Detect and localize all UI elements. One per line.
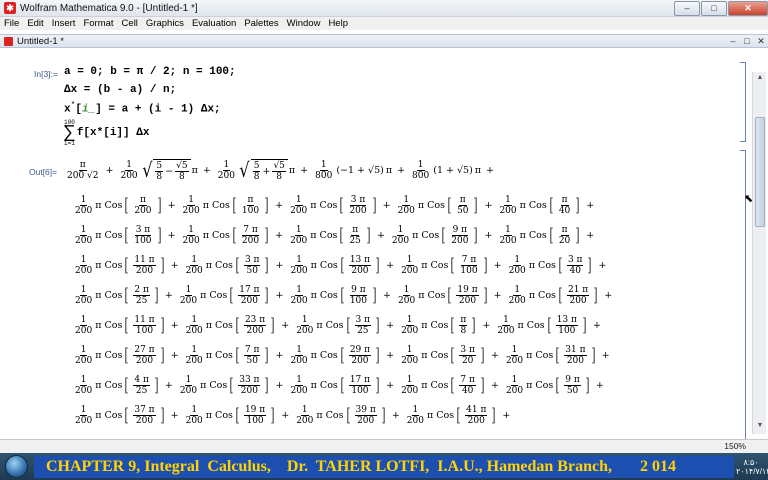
plus-sign: + (105, 164, 114, 176)
cos-term: 1 200 π Cos[7 π 200] + (182, 224, 284, 246)
output-row: 1 200 π Cos[4 π 25] + 1 200 π Cos[33 π 200] + 1 200… (72, 372, 608, 398)
cos-term: 1 200 π Cos[7 π 40] + (401, 374, 499, 396)
cos-term: 1 200 π Cos[21 π 200] + (508, 284, 613, 306)
output-row: 1 200 π Cos[37 π 200] + 1 200 π Cos[19 π 100] + 1 2… (72, 402, 514, 428)
menu-format[interactable]: Format (79, 18, 117, 29)
cos-term: 1 200 π Cos[33 π 200] + (179, 374, 284, 396)
cos-term: 1 200 π Cos[3 π 40] + (508, 254, 607, 276)
output-row: 1 200 π Cos[27 π 200] + 1 200 π Cos[7 π 50] + 1 200… (72, 342, 614, 368)
cos-term: 1 200 π Cos[4 π 25] + (75, 374, 173, 396)
cos-term: 1 200 π Cos[13 π 100] + (497, 314, 601, 336)
menu-file[interactable]: File (0, 18, 23, 29)
pattern-i: i_ (82, 103, 96, 116)
scroll-up-icon[interactable]: ▲ (755, 74, 765, 84)
x-symbol: x (64, 103, 71, 116)
input-line-2[interactable]: Δx = (b - a) / n; (64, 84, 176, 96)
close-button[interactable]: ✕ (728, 0, 768, 16)
cos-term: 1 200 π Cos[π 50] + (397, 194, 493, 216)
cos-term: 1 200 π Cos[9 π 50] + (505, 374, 604, 396)
notebook-icon (4, 36, 13, 46)
cos-term: 1 200 π Cos[37 π 200] + (75, 404, 179, 426)
menu-bar: File Edit Insert Format Cell Graphics Ev… (0, 17, 768, 30)
cos-term: 1 200 π Cos[3 π 100] + (75, 224, 176, 246)
line3-rest: ] = a + (i - 1) Δx; (95, 103, 221, 116)
cos-term: 1 200 π Cos[π 200] + (75, 194, 176, 216)
cos-term: 1 200 π Cos[3 π 20] + (401, 344, 499, 366)
sum-body: f[x*[i]] Δx (76, 127, 150, 139)
cos-term: 1 200 π Cos[9 π 100] + (290, 284, 392, 306)
cos-term: 1 200 π Cos[41 π 200] + (406, 404, 511, 426)
cos-term: 1 200 π Cos[3 π 200] + (290, 194, 391, 216)
input-line-1[interactable]: a = 0; b = π / 2; n = 100; (64, 66, 236, 78)
cos-term: 1 200 π Cos[39 π 200] + (296, 404, 400, 426)
vertical-scrollbar[interactable]: ▲ ▼ (752, 72, 766, 434)
output-row: 1 200 π Cos[π 200] + 1 200 π Cos[π 100] + 1 200 π Co… (72, 192, 598, 218)
menu-evaluation[interactable]: Evaluation (188, 18, 240, 29)
document-title-bar: Untitled-1 * – □ ✕ (0, 34, 768, 48)
cos-term: 1 200 π Cos[2 π 25] + (75, 284, 173, 306)
input-line-3[interactable]: x*[i_] = a + (i - 1) Δx; (64, 101, 221, 116)
minimize-button[interactable]: – (674, 0, 700, 16)
menu-palettes[interactable]: Palettes (240, 18, 282, 29)
cos-term: 1 200 π Cos[17 π 200] + (179, 284, 284, 306)
start-button-icon[interactable] (5, 455, 28, 478)
cos-term: 1 200 π Cos[11 π 200] + (75, 254, 179, 276)
scroll-down-icon[interactable]: ▼ (755, 422, 765, 432)
fraction: 1 200 (120, 159, 138, 181)
square-root: √ 58 + √5 8 (238, 158, 288, 182)
cos-term: 1 200 π Cos[17 π 100] + (290, 374, 395, 396)
square-root: √ 58 − √5 8 (141, 158, 191, 182)
cos-term: 1 200 π Cos[9 π 200] + (391, 224, 493, 246)
window-title: Wolfram Mathematica 9.0 - [Untitled-1 *] (20, 2, 198, 14)
maximize-button[interactable]: □ (701, 0, 727, 16)
output-row: 1 200 π Cos[2 π 25] + 1 200 π Cos[17 π 200] + 1 200… (72, 282, 616, 308)
output-label: Out[6]= (29, 167, 58, 177)
menu-graphics[interactable]: Graphics (142, 18, 188, 29)
mathematica-icon: ✱ (4, 2, 16, 14)
input-line-4[interactable]: 100 ∑ i=1 f[x*[i]] Δx (64, 119, 149, 147)
cos-term: 1 200 π Cos[π 25] + (290, 224, 385, 246)
menu-cell[interactable]: Cell (118, 18, 142, 29)
cos-term: 1 200 π Cos[π 8] + (401, 314, 491, 336)
zoom-level[interactable]: 150% (724, 441, 746, 451)
title-bar: ✱ Wolfram Mathematica 9.0 - [Untitled-1 … (0, 0, 768, 17)
sum-symbol: ∑ (64, 123, 75, 143)
cos-term: 1 200 π Cos[7 π 100] + (401, 254, 502, 276)
doc-restore-button[interactable]: □ (740, 36, 754, 47)
doc-minimize-button[interactable]: – (726, 36, 740, 47)
scrollbar-thumb[interactable] (755, 117, 765, 227)
lecture-banner: CHAPTER 9, Integral Calculus, Dr. TAHER … (34, 456, 734, 478)
document-title: Untitled-1 * (17, 35, 64, 47)
cos-term: 1 200 π Cos[3 π 50] + (185, 254, 284, 276)
cos-term: 1 200 π Cos[3 π 25] + (296, 314, 395, 336)
cos-term: 1 200 π Cos[31 π 200] + (505, 344, 610, 366)
input-cell-bracket[interactable] (740, 62, 746, 142)
output-row: 1 200 π Cos[11 π 200] + 1 200 π Cos[3 π 50] + 1 200… (72, 252, 610, 278)
menu-window[interactable]: Window (283, 18, 325, 29)
cos-term: 1 200 π Cos[19 π 200] + (398, 284, 502, 306)
system-clock[interactable]: ۸:۵۰ ۲۰۱۴/۷/۱۲ (736, 458, 768, 476)
doc-close-button[interactable]: ✕ (754, 36, 768, 47)
status-bar: 150% (0, 439, 768, 453)
cos-term: 1 200 π Cos[11 π 100] + (75, 314, 179, 336)
cos-term: 1 200 π Cos[27 π 200] + (75, 344, 179, 366)
menu-help[interactable]: Help (324, 18, 352, 29)
cos-term: 1 200 π Cos[π 100] + (182, 194, 284, 216)
menu-insert[interactable]: Insert (48, 18, 80, 29)
menu-edit[interactable]: Edit (23, 18, 47, 29)
cos-term: 1 200 π Cos[19 π 100] + (185, 404, 290, 426)
output-row: 1 200 π Cos[3 π 100] + 1 200 π Cos[7 π 200] + 1 200… (72, 222, 598, 248)
input-label: In[3]:= (34, 69, 58, 79)
cos-term: 1 200 π Cos[π 40] + (499, 194, 595, 216)
cos-term: 1 200 π Cos[7 π 50] + (185, 344, 284, 366)
cos-term: 1 200 π Cos[23 π 200] + (185, 314, 290, 336)
cos-term: 1 200 π Cos[29 π 200] + (290, 344, 395, 366)
output-first-line: π 200 √2 + 1 200 √ 58 − √5 8 π + 1 200 √ 58 … (67, 158, 495, 182)
fraction: π 200 √2 (67, 159, 99, 181)
cos-term: 1 200 π Cos[13 π 200] + (290, 254, 395, 276)
output-row: 1 200 π Cos[11 π 100] + 1 200 π Cos[23 π 200] + 1 2… (72, 312, 605, 338)
sum-lower-limit: i=1 (64, 140, 75, 147)
cos-term: 1 200 π Cos[π 20] + (499, 224, 595, 246)
